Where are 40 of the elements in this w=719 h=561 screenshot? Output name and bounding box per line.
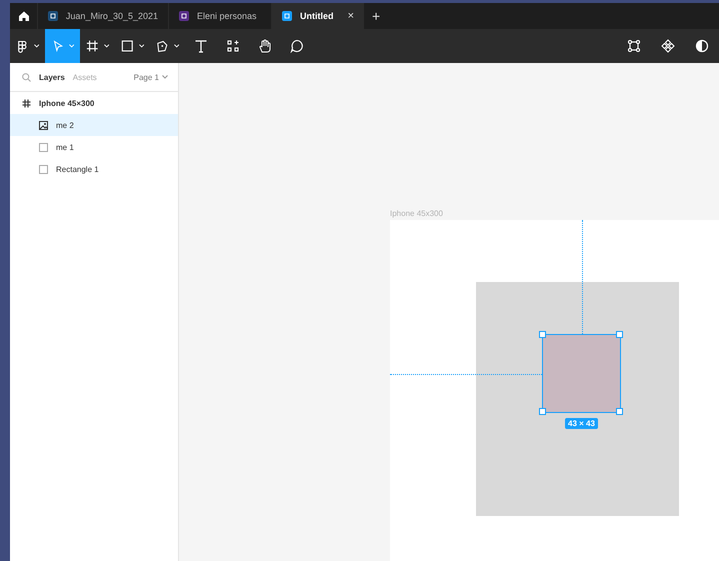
layer-name: me 1 [56, 142, 74, 152]
layer-row[interactable]: Iphone 45×300 [10, 92, 178, 114]
half-circle-icon [695, 39, 709, 53]
page-dropdown[interactable]: Page 1 [134, 72, 168, 82]
file-tab[interactable]: Untitled × [271, 3, 364, 29]
cursor-arrow-icon [51, 39, 64, 53]
caret-icon [162, 75, 168, 79]
layer-name: me 2 [56, 120, 74, 130]
square-icon [39, 164, 48, 174]
hand-icon [258, 39, 272, 53]
resize-handle[interactable] [616, 331, 623, 338]
layer-name: Iphone 45×300 [39, 98, 94, 108]
square-icon [39, 142, 48, 152]
text-icon [194, 39, 208, 53]
panel-tab[interactable]: Layers [39, 72, 65, 82]
caret-icon [34, 44, 39, 48]
layer-row[interactable]: Rectangle 1 [10, 158, 178, 180]
resize-handle[interactable] [616, 408, 623, 415]
home-icon [16, 9, 30, 23]
resize-handle[interactable] [539, 331, 546, 338]
hash-icon [86, 39, 99, 53]
logo-icon [16, 39, 29, 53]
caret-icon [138, 44, 144, 48]
close-tab-button[interactable]: × [348, 10, 354, 22]
layer-name: Rectangle 1 [56, 164, 99, 174]
square-icon [121, 39, 134, 53]
diamond-cluster-icon [661, 39, 675, 53]
layer-row[interactable]: me 2 [10, 114, 178, 136]
pen-nib-icon [156, 39, 169, 53]
size-badge: 43 × 43 [565, 418, 598, 429]
layer-row[interactable]: me 1 [10, 136, 178, 158]
caret-icon [68, 44, 74, 48]
image-icon [39, 120, 48, 130]
square-corners-icon [627, 39, 641, 53]
hash-icon [22, 98, 31, 108]
speech-bubble-icon [290, 39, 304, 53]
caret-icon [174, 44, 179, 48]
shapes-grid-icon [226, 39, 240, 53]
caret-icon [104, 44, 109, 48]
resize-handle[interactable] [539, 408, 546, 415]
